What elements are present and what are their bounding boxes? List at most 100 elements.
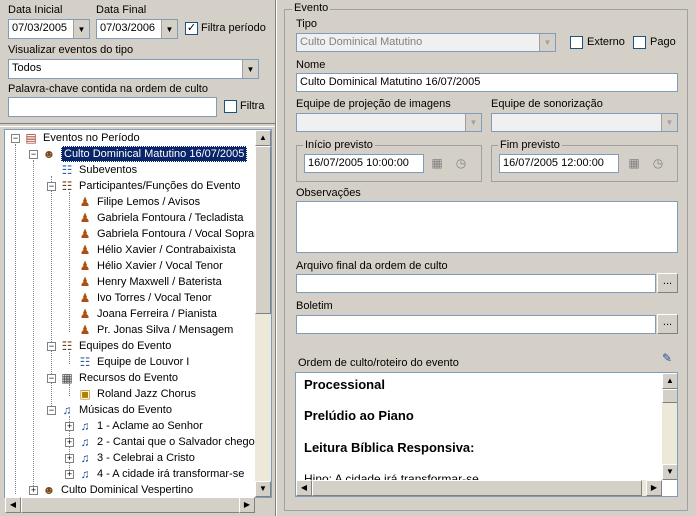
chevron-down-icon[interactable]: ▼ [242, 60, 258, 78]
tree-label: Ivo Torres / Vocal Tenor [97, 292, 212, 304]
expand-icon[interactable]: + [65, 438, 74, 447]
collapse-icon[interactable]: − [47, 374, 56, 383]
observacoes-textarea[interactable] [296, 201, 678, 253]
filtra-periodo-label: Filtra período [201, 22, 266, 34]
scroll-thumb[interactable] [21, 497, 241, 513]
tree-label: Culto Dominical Vespertino [61, 484, 194, 496]
lock-icon: ▣ [79, 387, 91, 401]
calendar-icon[interactable]: ▦ [429, 155, 445, 171]
evento-group-title: Evento [292, 2, 331, 14]
chevron-down-icon[interactable]: ▼ [661, 114, 677, 131]
ordem-horizontal-scrollbar[interactable]: ◀ ▶ [296, 480, 662, 496]
visualizar-select[interactable]: Todos ▼ [8, 59, 259, 79]
ordem-culto-richtext[interactable]: Processional Prelúdio ao Piano Leitura B… [295, 372, 678, 497]
scroll-left-icon[interactable]: ◀ [5, 497, 21, 513]
expand-icon[interactable]: + [65, 454, 74, 463]
tree-label: Equipe de Louvor I [97, 356, 190, 368]
collapse-icon[interactable]: − [47, 406, 56, 415]
palavra-chave-label: Palavra-chave contida na ordem de culto [8, 83, 208, 95]
scroll-up-icon[interactable]: ▲ [662, 373, 677, 389]
fim-previsto-value: 16/07/2005 12:00:00 [503, 157, 604, 169]
data-inicial-label: Data Inicial [8, 4, 63, 16]
person-icon: ♟ [79, 307, 91, 321]
visualizar-value: Todos [12, 62, 42, 74]
scroll-right-icon[interactable]: ▶ [646, 480, 662, 496]
expand-icon[interactable]: + [29, 486, 38, 495]
boletim-browse-button[interactable]: ... [657, 314, 678, 334]
expand-icon[interactable]: + [65, 422, 74, 431]
inicio-previsto-value: 16/07/2005 10:00:00 [308, 157, 409, 169]
group-icon: ☷ [61, 339, 73, 353]
tree-vertical-scrollbar[interactable]: ▲ ▼ [255, 130, 271, 497]
nome-value: Culto Dominical Matutino 16/07/2005 [300, 76, 481, 88]
collapse-icon[interactable]: − [29, 150, 38, 159]
chevron-down-icon[interactable]: ▼ [465, 114, 481, 131]
data-final-label: Data Final [96, 4, 147, 16]
nome-label: Nome [296, 59, 326, 71]
filtra-periodo-checkbox[interactable]: ✓ [185, 22, 198, 35]
externo-checkbox[interactable] [570, 36, 583, 49]
scroll-down-icon[interactable]: ▼ [255, 481, 271, 497]
events-tree[interactable]: − ▤ Eventos no Período − ☻ Culto Dominic… [4, 129, 272, 498]
filtra-checkbox[interactable] [224, 100, 237, 113]
edit-document-icon[interactable]: ✎ [659, 350, 675, 366]
chevron-down-icon[interactable]: ▼ [539, 34, 555, 51]
data-inicial-select[interactable]: 07/03/2005 ▼ [8, 19, 90, 39]
scroll-left-icon[interactable]: ◀ [296, 480, 312, 496]
chevron-down-icon[interactable]: ▼ [73, 20, 89, 38]
data-inicial-value: 07/03/2005 [12, 22, 68, 34]
nome-input[interactable]: Culto Dominical Matutino 16/07/2005 [296, 73, 678, 92]
inicio-previsto-input[interactable]: 16/07/2005 10:00:00 [304, 154, 424, 173]
tree-line [33, 160, 34, 492]
pago-checkbox[interactable] [633, 36, 646, 49]
scroll-thumb[interactable] [662, 389, 677, 403]
tree-label: Recursos do Evento [79, 372, 179, 384]
fim-previsto-input[interactable]: 16/07/2005 12:00:00 [499, 154, 619, 173]
arquivo-final-label: Arquivo final da ordem de culto [296, 260, 448, 272]
calendar-icon: ▤ [25, 131, 37, 145]
scroll-up-icon[interactable]: ▲ [255, 130, 271, 146]
boletim-label: Boletim [296, 300, 333, 312]
music-icon: ♫ [80, 419, 90, 433]
person-icon: ♟ [79, 291, 91, 305]
ordem-line: Leitura Bíblica Responsiva: [304, 440, 475, 455]
group-icon: ☷ [79, 355, 91, 369]
scroll-right-icon[interactable]: ▶ [239, 497, 255, 513]
tree-label: Participantes/Funções do Evento [79, 180, 241, 192]
collapse-icon[interactable]: − [47, 342, 56, 351]
data-final-select[interactable]: 07/03/2006 ▼ [96, 19, 178, 39]
person-icon: ♟ [79, 275, 91, 289]
clock-icon[interactable]: ◷ [453, 155, 469, 171]
horizontal-splitter[interactable] [0, 123, 276, 127]
collapse-icon[interactable]: − [47, 182, 56, 191]
tree-line [15, 144, 16, 494]
tipo-select[interactable]: Culto Dominical Matutino ▼ [296, 33, 556, 52]
tipo-value: Culto Dominical Matutino [300, 36, 423, 48]
scroll-thumb[interactable] [255, 146, 271, 314]
boletim-input[interactable] [296, 315, 656, 334]
pago-label: Pago [650, 36, 676, 48]
collapse-icon[interactable]: − [11, 134, 20, 143]
tree-label: 4 - A cidade irá transformar-se [97, 468, 245, 480]
expand-icon[interactable]: + [65, 470, 74, 479]
tree-label: Subeventos [79, 164, 138, 176]
ordem-culto-label: Ordem de culto/roteiro do evento [298, 357, 459, 369]
scroll-thumb[interactable] [312, 480, 642, 496]
ordem-line: Prelúdio ao Piano [304, 408, 414, 423]
tree-label: Músicas do Evento [79, 404, 172, 416]
equipe-sonorizacao-select[interactable]: ▼ [491, 113, 678, 132]
arquivo-final-input[interactable] [296, 274, 656, 293]
ordem-vertical-scrollbar[interactable]: ▲ ▼ [662, 373, 677, 480]
palavra-chave-input[interactable] [8, 97, 217, 117]
chevron-down-icon[interactable]: ▼ [161, 20, 177, 38]
music-icon: ♫ [62, 403, 72, 417]
person-icon: ♟ [79, 259, 91, 273]
scroll-down-icon[interactable]: ▼ [662, 464, 677, 480]
vertical-splitter[interactable] [275, 0, 277, 516]
tree-label: Henry Maxwell / Baterista [97, 276, 222, 288]
clock-icon[interactable]: ◷ [650, 155, 666, 171]
tree-horizontal-scrollbar[interactable]: ◀ ▶ [5, 497, 255, 513]
arquivo-browse-button[interactable]: ... [657, 273, 678, 293]
calendar-icon[interactable]: ▦ [626, 155, 642, 171]
equipe-projecao-select[interactable]: ▼ [296, 113, 482, 132]
